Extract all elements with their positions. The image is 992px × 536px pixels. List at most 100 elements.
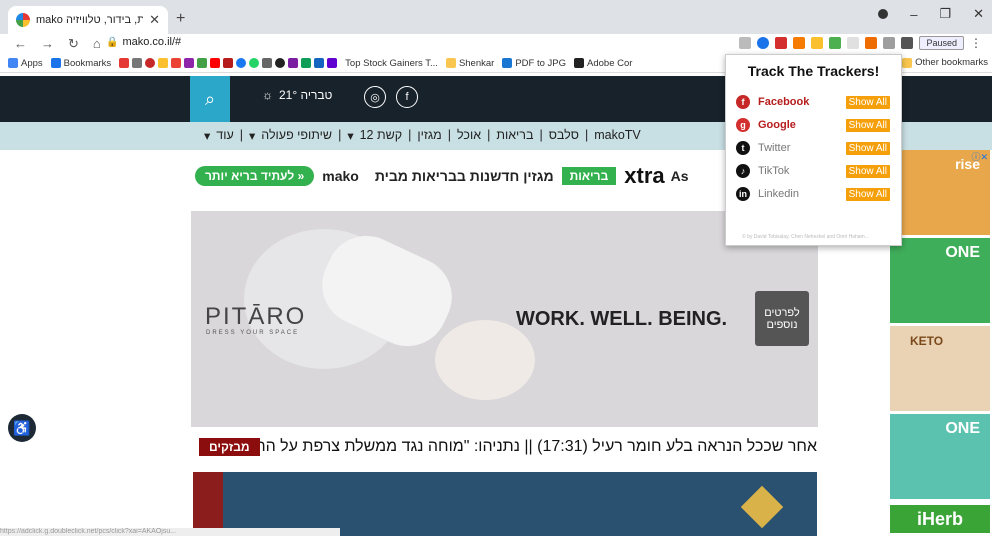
search-icon: ⌕ — [204, 88, 216, 109]
new-tab-icon[interactable]: + — [176, 10, 185, 28]
mako-icon — [158, 58, 169, 68]
show-all-button[interactable]: Show All — [845, 95, 890, 109]
show-all-button[interactable]: Show All — [845, 164, 890, 178]
bookmark-pdf-to-jpg[interactable]: PDF to JPG — [502, 58, 566, 69]
extension-icon[interactable] — [793, 37, 806, 49]
tiktok-icon: ♪ — [736, 164, 750, 178]
ad-slogan: WORK. WELL. BEING. — [516, 308, 728, 330]
window-controls: – ❐ ✕ — [878, 6, 984, 22]
side-ad-keto[interactable]: KETO — [890, 326, 990, 411]
reload-icon[interactable]: ↻ — [68, 36, 79, 52]
show-all-button[interactable]: Show All — [845, 187, 890, 201]
back-icon[interactable]: ← — [14, 36, 27, 52]
nav-item-keshet12[interactable]: קשת 12 — [360, 128, 403, 143]
gmail-icon — [171, 58, 182, 68]
ad-brand: PITĀRO — [205, 303, 307, 330]
linkedin-icon: in — [736, 187, 750, 201]
track-the-trackers-popup: Track The Trackers! f Facebook Show All … — [725, 54, 902, 246]
tracker-row-facebook: f Facebook Show All — [736, 95, 890, 109]
show-all-button[interactable]: Show All — [845, 141, 890, 155]
nav-item-partnerships[interactable]: שיתופי פעולה — [261, 128, 332, 143]
status-bar: https://adclick.g.doubleclick.net/pcs/cl… — [0, 528, 340, 536]
chevron-down-icon[interactable]: ▾ — [347, 128, 353, 143]
nav-item-food[interactable]: אוכל — [457, 128, 481, 143]
tracker-name: Facebook — [758, 96, 810, 108]
ad-info-icon[interactable]: ⓘ✕ — [971, 150, 988, 163]
iherb-ad[interactable]: iHerb — [890, 505, 990, 533]
bookmark-icons-group[interactable] — [119, 58, 338, 68]
weather-widget[interactable]: ☼ טבריה 21° — [262, 88, 332, 102]
nav-item-health[interactable]: בריאות — [496, 128, 533, 143]
flag-extension-icon[interactable] — [811, 37, 824, 49]
promo-cta-pill[interactable]: לעתיד בריא יותר » — [195, 166, 315, 186]
site-nav: makoTV | סלבס | בריאות | אוכל | מגזין | קשת 1… — [204, 128, 641, 143]
extensions-area: Paused ⋮ — [739, 36, 982, 50]
popup-title: Track The Trackers! — [747, 63, 880, 79]
mako-icon — [119, 58, 130, 68]
nav-item-magazine[interactable]: מגזין — [417, 128, 441, 143]
side-ad-one[interactable]: ONE — [890, 238, 990, 323]
bookmark-apps[interactable]: Apps — [8, 58, 43, 69]
lock-icon[interactable]: 🔒 — [106, 37, 118, 48]
folder-icon — [445, 58, 456, 68]
bookmark-stock-gainers[interactable]: Top Stock Gainers T... — [345, 58, 438, 69]
c-icon — [314, 58, 325, 68]
promo-banner[interactable]: לעתיד בריא יותר » mako מגזין חדשנות בברי… — [195, 163, 725, 189]
breaking-headline[interactable]: אחר שככל הנראה בלע חומר רעיל (17:31) || … — [260, 438, 817, 456]
yahoo-icon — [327, 58, 338, 68]
breaking-news-bar[interactable]: מבזקים אחר שככל הנראה בלע חומר רעיל (17:… — [193, 436, 817, 458]
instagram-icon[interactable]: ◎ — [364, 86, 386, 108]
ad-more-info-button[interactable]: לפרטים נוספים — [755, 291, 809, 346]
side-ad-rise[interactable]: rise ⓘ✕ — [890, 150, 990, 235]
show-all-button[interactable]: Show All — [845, 118, 890, 132]
promo-brand: mako — [322, 168, 359, 184]
apple-icon — [262, 58, 273, 68]
other-bookmarks[interactable]: Other bookmarks — [902, 57, 988, 68]
mako-favicon-icon — [16, 13, 30, 27]
forward-icon[interactable]: → — [41, 36, 54, 52]
facebook-icon[interactable]: f — [396, 86, 418, 108]
browser-tab[interactable]: mako חדשות, בידור, טלוויזיה ✕ — [8, 6, 168, 34]
extension-icon[interactable] — [883, 37, 896, 49]
chevron-down-icon[interactable]: ▾ — [204, 128, 210, 143]
chevron-down-icon[interactable]: ▾ — [249, 128, 255, 143]
grid-icon[interactable] — [739, 37, 752, 49]
record-icon[interactable] — [878, 9, 889, 19]
tracker-name: Linkedin — [758, 188, 799, 200]
tracker-name: Twitter — [758, 142, 791, 154]
netflix-icon — [223, 58, 234, 68]
nav-item-more[interactable]: עוד — [216, 128, 233, 143]
ok-icon — [132, 58, 143, 68]
promo-tag: בריאות — [561, 167, 617, 185]
bookmark-adobe[interactable]: Adobe Cor — [574, 58, 632, 69]
nav-item-celebs[interactable]: סלבס — [549, 128, 579, 143]
ad-rug-shape — [435, 320, 535, 400]
extension-icon[interactable] — [847, 37, 860, 49]
maximize-icon[interactable]: ❐ — [939, 6, 951, 22]
youtube-icon — [210, 58, 221, 68]
address-bar[interactable]: 🔒 mako.co.il/# — [106, 36, 181, 48]
bookmark-shenkar[interactable]: Shenkar — [445, 58, 494, 69]
bookmark-bookmarks[interactable]: Bookmarks — [50, 58, 111, 69]
tracker-row-tiktok: ♪ TikTok Show All — [736, 164, 890, 178]
side-ad-one-2[interactable]: ONE — [890, 414, 990, 499]
drive-icon[interactable] — [829, 37, 842, 49]
accessibility-icon[interactable]: ♿ — [8, 414, 36, 442]
photo-red-shape — [193, 472, 223, 536]
browser-toolbar: ← → ↻ ⌂ 🔒 mako.co.il/# Paused ⋮ — [0, 34, 992, 54]
home-icon[interactable]: ⌂ — [93, 36, 101, 52]
article-photo[interactable] — [193, 472, 817, 536]
puzzle-extensions-icon[interactable] — [901, 37, 914, 49]
profile-paused-button[interactable]: Paused — [919, 36, 964, 50]
site-search-button[interactable]: ⌕ — [190, 76, 230, 122]
minimize-icon[interactable]: – — [910, 7, 917, 22]
tracker-name: TikTok — [758, 165, 790, 177]
star-bookmark-icon[interactable] — [757, 37, 770, 49]
close-tab-icon[interactable]: ✕ — [149, 12, 160, 28]
pdf-extension-icon[interactable] — [775, 37, 788, 49]
tracker-extension-icon[interactable] — [865, 37, 878, 49]
facebook-icon — [236, 58, 247, 68]
nav-item-makotv[interactable]: makoTV — [594, 128, 641, 143]
close-window-icon[interactable]: ✕ — [973, 6, 984, 22]
menu-kebab-icon[interactable]: ⋮ — [970, 36, 982, 50]
